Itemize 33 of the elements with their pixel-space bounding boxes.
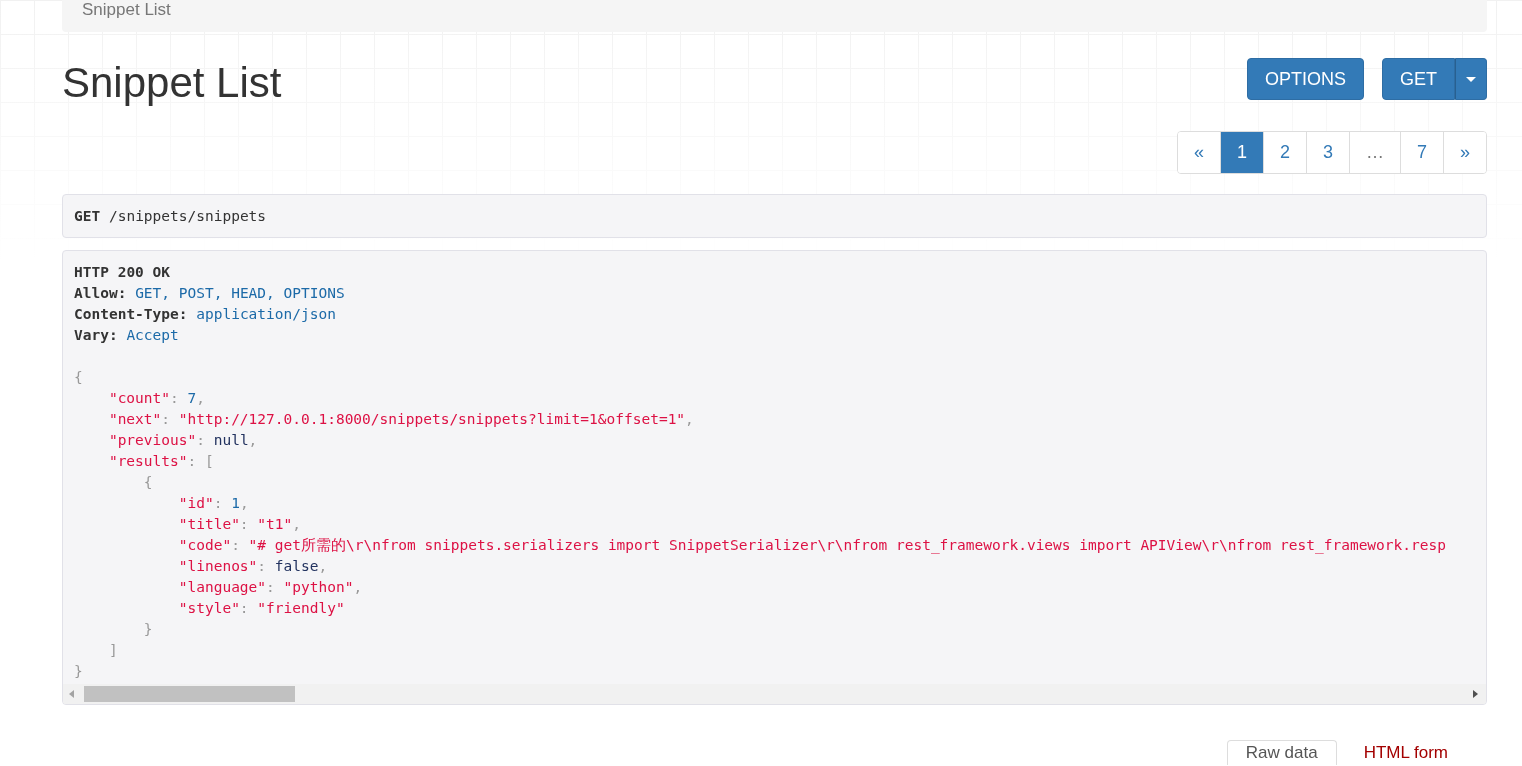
code-line: "title": "t1",: [177, 515, 301, 534]
dropdown-toggle[interactable]: [1455, 58, 1487, 100]
code-line: "previous": null,: [107, 431, 258, 450]
code-line: }: [142, 620, 153, 639]
code-line: "style": "friendly": [177, 599, 345, 618]
request-line: GET /snippets/snippets: [74, 207, 268, 226]
format-tab[interactable]: Raw data: [1226, 740, 1337, 765]
code-line: {: [74, 368, 83, 387]
code-line: ]: [107, 641, 118, 660]
page-link[interactable]: 1: [1219, 132, 1263, 173]
code-line: "language": "python",: [177, 578, 363, 597]
get-button[interactable]: GET: [1382, 58, 1455, 100]
page-title: Snippet List: [62, 60, 282, 106]
horizontal-scrollbar[interactable]: [63, 684, 1486, 704]
code-line: "results": [: [107, 452, 214, 471]
code-line: "code": "# get所需的\r\nfrom snippets.serializers import SnippetSerializer\r\nfrom rest_framework.views import APIView\r\nfrom rest_framework.resp: [177, 536, 1446, 556]
code-line: "linenos": false,: [177, 557, 328, 576]
page-link[interactable]: »: [1443, 132, 1486, 173]
code-line: "next": "http://127.0.0.1:8000/snippets/snippets?limit=1&offset=1",: [107, 410, 694, 429]
code-line: }: [74, 662, 83, 681]
header-line: Vary: Accept: [74, 326, 179, 345]
breadcrumb-item[interactable]: Snippet List: [82, 0, 171, 20]
header-line: Allow: GET, POST, HEAD, OPTIONS: [74, 284, 345, 303]
caret-icon: [1466, 76, 1476, 82]
header-line: Content-Type: application/json: [74, 305, 336, 324]
options-button[interactable]: OPTIONS: [1246, 58, 1364, 100]
scrollbar-thumb[interactable]: [84, 686, 295, 702]
code-line: "id": 1,: [177, 494, 249, 513]
code-line: {: [142, 473, 153, 492]
scroll-right-icon[interactable]: [1473, 690, 1478, 698]
code-line: "count": 7,: [107, 389, 205, 408]
scroll-left-icon[interactable]: [69, 690, 74, 698]
status-line: HTTP 200 OK: [74, 263, 171, 282]
